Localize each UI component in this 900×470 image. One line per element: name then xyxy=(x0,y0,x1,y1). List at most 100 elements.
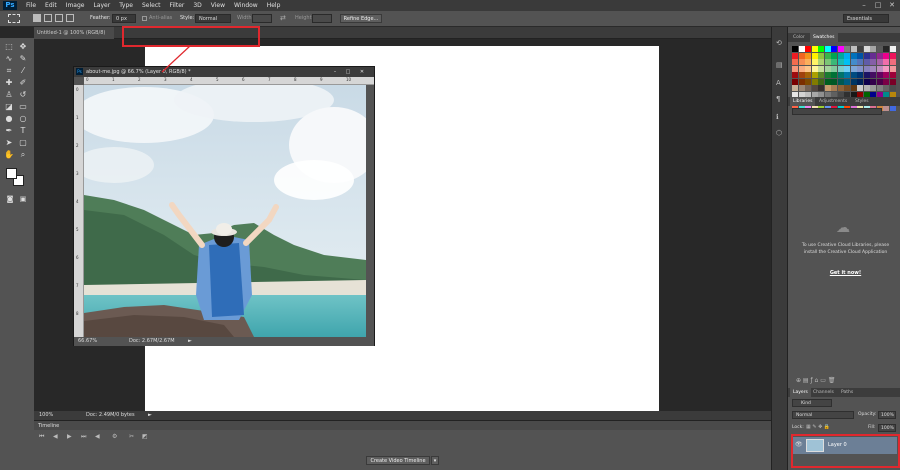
swatch[interactable] xyxy=(863,59,870,65)
play-icon[interactable]: ▶ xyxy=(67,433,72,440)
swatch[interactable] xyxy=(805,59,811,65)
menu-type[interactable]: Type xyxy=(119,0,133,11)
swatch[interactable] xyxy=(863,46,870,52)
swatch[interactable] xyxy=(798,52,805,59)
swatch[interactable] xyxy=(798,72,805,78)
lock-icons[interactable]: ▦ ✎ ✥ 🔒 xyxy=(806,424,830,430)
swatch[interactable] xyxy=(889,72,896,78)
swatch[interactable] xyxy=(870,46,876,52)
swatch[interactable] xyxy=(870,78,876,85)
swatch[interactable] xyxy=(818,78,824,85)
new-selection-icon[interactable] xyxy=(33,14,41,22)
swatch[interactable] xyxy=(863,78,870,85)
swatch[interactable] xyxy=(831,65,837,72)
rectangle-tool-icon[interactable]: ▢ xyxy=(18,138,28,148)
quick-select-tool-icon[interactable]: ✎ xyxy=(18,54,28,64)
dodge-tool-icon[interactable]: ○ xyxy=(18,114,28,124)
swatch[interactable] xyxy=(805,52,811,59)
document-tab[interactable]: Untitled-1 @ 100% (RGB/8) xyxy=(34,27,114,39)
swatch[interactable] xyxy=(792,59,798,65)
swatch[interactable] xyxy=(850,52,857,59)
swatch[interactable] xyxy=(889,85,896,91)
settings-icon[interactable]: ⚙ xyxy=(112,433,117,440)
move-tool-icon[interactable]: ✥ xyxy=(18,42,28,52)
swatch[interactable] xyxy=(857,78,863,85)
crop-tool-icon[interactable]: ⌗ xyxy=(4,66,14,76)
floating-window-titlebar[interactable]: Ps about-me.jpg @ 66.7% (Layer 0, RGB/8)… xyxy=(74,67,374,77)
swatch[interactable] xyxy=(811,59,818,65)
menu-3d[interactable]: 3D xyxy=(193,0,201,11)
swatch[interactable] xyxy=(889,78,896,85)
create-video-timeline-button[interactable]: Create Video Timeline xyxy=(366,456,430,465)
swatch[interactable] xyxy=(837,78,844,85)
float-close-button[interactable]: ✕ xyxy=(356,67,368,77)
swatch[interactable] xyxy=(857,72,863,78)
swatch[interactable] xyxy=(805,65,811,72)
swatch[interactable] xyxy=(824,72,831,78)
swatch[interactable] xyxy=(805,72,811,78)
swatch[interactable] xyxy=(844,65,850,72)
blur-tool-icon[interactable]: ● xyxy=(4,114,14,124)
swatch[interactable] xyxy=(857,59,863,65)
floating-document-window[interactable]: Ps about-me.jpg @ 66.7% (Layer 0, RGB/8)… xyxy=(73,66,375,346)
swatch[interactable] xyxy=(798,78,805,85)
swatch[interactable] xyxy=(889,65,896,72)
swatch[interactable] xyxy=(798,65,805,72)
swatch[interactable] xyxy=(805,46,811,52)
photo-canvas[interactable] xyxy=(84,85,366,337)
zoom-level[interactable]: 100% xyxy=(39,411,53,420)
previous-frame-icon[interactable]: ◀ xyxy=(53,433,58,440)
swatch[interactable] xyxy=(844,72,850,78)
menu-file[interactable]: File xyxy=(26,0,36,11)
tab-swatches[interactable]: Swatches xyxy=(810,33,838,42)
add-selection-icon[interactable] xyxy=(44,14,52,22)
menu-view[interactable]: View xyxy=(211,0,225,11)
swatch[interactable] xyxy=(863,72,870,78)
swatch[interactable] xyxy=(876,59,883,65)
intersect-selection-icon[interactable] xyxy=(66,14,74,22)
swatch[interactable] xyxy=(837,65,844,72)
swatch[interactable] xyxy=(792,52,798,59)
swatch[interactable] xyxy=(850,85,857,91)
close-button[interactable]: ✕ xyxy=(886,0,898,11)
tab-channels[interactable]: Channels xyxy=(810,388,837,397)
swatch[interactable] xyxy=(811,78,818,85)
doc-info[interactable]: Doc: 2.49M/0 bytes xyxy=(86,411,135,420)
swatch[interactable] xyxy=(883,78,889,85)
swatch[interactable] xyxy=(850,46,857,52)
float-maximize-button[interactable]: □ xyxy=(342,67,354,77)
swap-icon[interactable]: ⇄ xyxy=(280,14,286,22)
swatch[interactable] xyxy=(837,72,844,78)
layer-kind-filter[interactable]: Kind xyxy=(792,399,832,407)
gradient-tool-icon[interactable]: ▭ xyxy=(18,102,28,112)
status-arrow-icon[interactable]: ► xyxy=(188,337,192,346)
swatch[interactable] xyxy=(824,85,831,91)
style-select[interactable]: Normal xyxy=(195,14,231,23)
eraser-tool-icon[interactable]: ◪ xyxy=(4,102,14,112)
menu-layer[interactable]: Layer xyxy=(93,0,110,11)
swatch[interactable] xyxy=(805,85,811,91)
swatch[interactable] xyxy=(883,52,889,59)
swatch[interactable] xyxy=(889,52,896,59)
swatch[interactable] xyxy=(844,59,850,65)
lasso-tool-icon[interactable]: ∿ xyxy=(4,54,14,64)
blend-mode-select[interactable]: Normal xyxy=(792,411,854,419)
tab-layers[interactable]: Layers xyxy=(790,388,811,397)
swatch[interactable] xyxy=(818,72,824,78)
swatch[interactable] xyxy=(876,85,883,91)
history-panel-icon[interactable]: ⟲ xyxy=(776,39,782,47)
swatch[interactable] xyxy=(837,59,844,65)
feather-input[interactable]: 0 px xyxy=(112,14,136,23)
swatch[interactable] xyxy=(850,65,857,72)
width-input[interactable] xyxy=(252,14,272,23)
swatch[interactable] xyxy=(818,46,824,52)
fill-input[interactable]: 100% xyxy=(878,424,896,432)
swatch[interactable] xyxy=(811,72,818,78)
swatch[interactable] xyxy=(863,52,870,59)
swatch[interactable] xyxy=(818,65,824,72)
swatch[interactable] xyxy=(889,59,896,65)
antialias-checkbox[interactable] xyxy=(142,16,147,21)
menu-edit[interactable]: Edit xyxy=(45,0,57,11)
tab-adjustments[interactable]: Adjustments xyxy=(816,97,850,106)
swatch[interactable] xyxy=(824,59,831,65)
